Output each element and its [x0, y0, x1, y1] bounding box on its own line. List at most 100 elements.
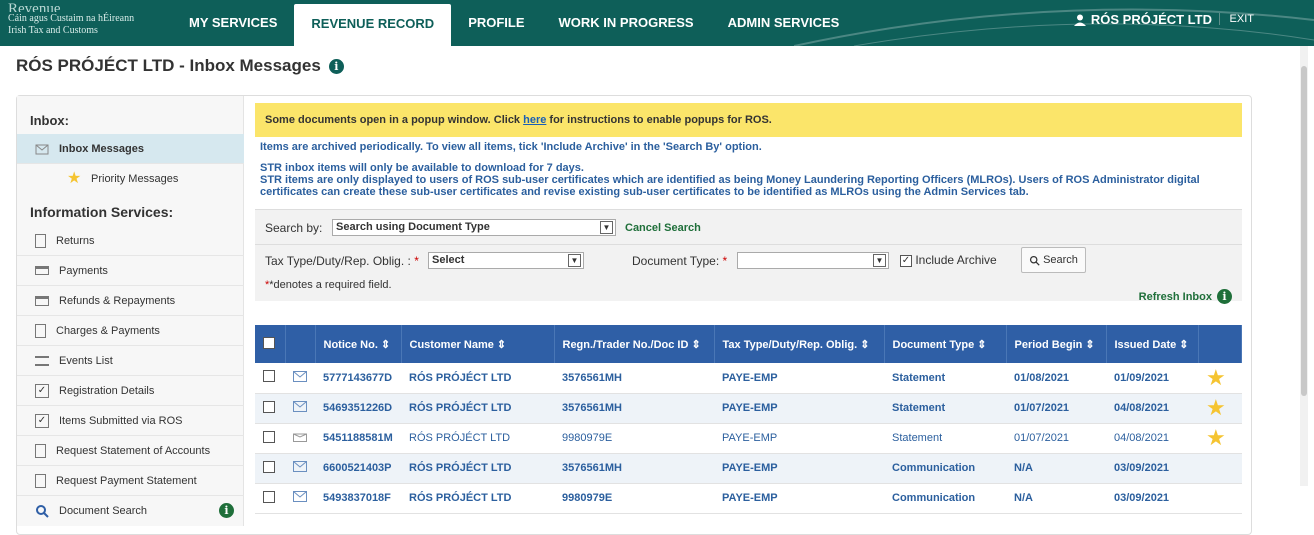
- sidebar-item-label: Registration Details: [59, 384, 155, 397]
- star-cell[interactable]: ★: [1198, 393, 1242, 423]
- row-select-cell[interactable]: [255, 453, 285, 483]
- sidebar-item-statement-accounts[interactable]: Request Statement of Accounts: [17, 436, 244, 466]
- charges-icon: [35, 323, 46, 338]
- header-regn[interactable]: Regn./Trader No./Doc ID ⇕: [554, 325, 715, 363]
- envelope-icon: [293, 401, 307, 412]
- customer-cell[interactable]: RÓS PRÓJÉCT LTD: [401, 363, 554, 393]
- issued-cell: 01/09/2021: [1114, 371, 1170, 384]
- tax-type-select[interactable]: Select ▼: [428, 252, 584, 269]
- include-archive[interactable]: ✓ Include Archive: [900, 253, 997, 267]
- customer-cell[interactable]: RÓS PRÓJÉCT LTD: [401, 483, 554, 513]
- notice-cell[interactable]: 5451188581M: [315, 423, 401, 453]
- sidebar-item-refunds[interactable]: Refunds & Repayments: [17, 286, 244, 316]
- table-body: 5777143677D RÓS PRÓJÉCT LTD 3576561MH PAYE-…: [255, 363, 1242, 513]
- star-cell[interactable]: [1198, 453, 1242, 483]
- customer-cell[interactable]: RÓS PRÓJÉCT LTD: [401, 393, 554, 423]
- row-select-cell[interactable]: [255, 363, 285, 393]
- row-checkbox[interactable]: [263, 490, 275, 503]
- user-menu[interactable]: RÓS PRÓJÉCT LTD: [1073, 12, 1212, 27]
- table-row[interactable]: 6600521403P RÓS PRÓJÉCT LTD 3576561MH PAYE-…: [255, 453, 1242, 483]
- customer-cell[interactable]: RÓS PRÓJÉCT LTD: [401, 423, 554, 453]
- doctype-cell: Communication: [892, 462, 976, 474]
- notice-cell[interactable]: 5493837018F: [315, 483, 401, 513]
- customer-cell[interactable]: RÓS PRÓJÉCT LTD: [401, 453, 554, 483]
- sidebar-item-charges[interactable]: Charges & Payments: [17, 316, 244, 346]
- tax-type-label-text: Tax Type/Duty/Rep. Oblig. :: [265, 254, 411, 268]
- exit-link[interactable]: EXIT: [1218, 13, 1254, 25]
- doc-type-select[interactable]: ▼: [737, 252, 889, 269]
- sidebar-item-priority-messages[interactable]: ★ Priority Messages: [17, 164, 244, 194]
- row-select-cell[interactable]: [255, 483, 285, 513]
- logo-irish: Cáin agus Custaim na hÉireann: [8, 13, 135, 24]
- info-icon[interactable]: i: [328, 58, 344, 74]
- chevron-down-icon: ▼: [568, 254, 581, 267]
- row-select-cell[interactable]: [255, 423, 285, 453]
- sidebar-item-events[interactable]: Events List: [17, 346, 244, 376]
- tab-my-services[interactable]: MY SERVICES: [172, 0, 294, 46]
- info-icon[interactable]: i: [219, 503, 234, 518]
- row-checkbox[interactable]: [263, 430, 275, 443]
- search-button[interactable]: Search: [1021, 247, 1086, 273]
- header-notice[interactable]: Notice No. ⇕: [315, 325, 402, 363]
- sidebar-item-payments[interactable]: Payments: [17, 256, 244, 286]
- priority-star-icon[interactable]: ★: [1206, 395, 1226, 420]
- search-by-select[interactable]: Search using Document Type ▼: [332, 219, 616, 236]
- header-doctype[interactable]: Document Type ⇕: [884, 325, 1007, 363]
- star-cell[interactable]: ★: [1198, 423, 1242, 453]
- tab-work-in-progress[interactable]: WORK IN PROGRESS: [542, 0, 711, 46]
- select-all-header[interactable]: [255, 325, 286, 363]
- table-row[interactable]: 5777143677D RÓS PRÓJÉCT LTD 3576561MH PAYE-…: [255, 363, 1242, 393]
- scrollbar[interactable]: [1300, 46, 1308, 486]
- priority-star-icon[interactable]: ★: [1206, 425, 1226, 450]
- info-icon[interactable]: i: [1217, 289, 1232, 304]
- scrollbar-thumb[interactable]: [1301, 66, 1307, 396]
- issued-cell: 03/09/2021: [1114, 492, 1170, 504]
- doctype-cell: Statement: [892, 402, 946, 414]
- row-checkbox[interactable]: [263, 460, 275, 473]
- icon-header: [285, 325, 316, 363]
- sidebar-item-document-search[interactable]: Document Search i: [17, 496, 244, 526]
- star-cell[interactable]: [1198, 483, 1242, 513]
- notice-cell[interactable]: 5777143677D: [315, 363, 401, 393]
- sidebar-item-label: Document Search: [59, 505, 148, 517]
- cancel-search-link[interactable]: Cancel Search: [625, 222, 701, 234]
- select-all-checkbox[interactable]: [263, 336, 275, 349]
- banner-here-link[interactable]: here: [523, 114, 546, 126]
- doc-type-label-text: Document Type:: [632, 254, 720, 268]
- tab-profile[interactable]: PROFILE: [451, 0, 541, 46]
- revenue-logo[interactable]: Revenue Cáin agus Custaim na hÉireann Ir…: [8, 2, 134, 36]
- sidebar-item-inbox-messages[interactable]: Inbox Messages: [17, 134, 244, 164]
- header-customer[interactable]: Customer Name ⇕: [401, 325, 555, 363]
- refresh-inbox-link[interactable]: Refresh Inbox i: [1139, 289, 1232, 304]
- tab-revenue-record[interactable]: REVENUE RECORD: [294, 4, 452, 46]
- notice-cell[interactable]: 5469351226D: [315, 393, 401, 423]
- sidebar-item-payment-statement[interactable]: Request Payment Statement: [17, 466, 244, 496]
- doctype-cell: Statement: [892, 432, 943, 444]
- returns-icon: [35, 233, 46, 248]
- header-tax[interactable]: Tax Type/Duty/Rep. Oblig. ⇕: [714, 325, 885, 363]
- star-cell[interactable]: ★: [1198, 363, 1242, 393]
- issued-cell: 03/09/2021: [1114, 462, 1170, 474]
- sidebar-item-registration[interactable]: ✓ Registration Details: [17, 376, 244, 406]
- table-row[interactable]: 5493837018F RÓS PRÓJÉCT LTD 9980979E PAYE-E…: [255, 483, 1242, 513]
- include-archive-label: Include Archive: [915, 253, 997, 267]
- row-checkbox[interactable]: [263, 400, 275, 413]
- required-note: **denotes a required field.: [265, 279, 392, 291]
- include-archive-checkbox[interactable]: ✓: [900, 254, 912, 267]
- priority-star-icon[interactable]: ★: [1206, 365, 1226, 390]
- table-row[interactable]: 5451188581M RÓS PRÓJÉCT LTD 9980979E PAYE-E…: [255, 423, 1242, 453]
- issued-cell: 04/08/2021: [1114, 432, 1170, 444]
- header-issued[interactable]: Issued Date ⇕: [1106, 325, 1199, 363]
- table-row[interactable]: 5469351226D RÓS PRÓJÉCT LTD 3576561MH PAYE-…: [255, 393, 1242, 423]
- row-checkbox[interactable]: [263, 370, 275, 383]
- row-select-cell[interactable]: [255, 393, 285, 423]
- tab-admin-services[interactable]: ADMIN SERVICES: [711, 0, 857, 46]
- notes: Items are archived periodically. To view…: [255, 141, 1242, 198]
- chevron-down-icon: ▼: [600, 221, 613, 234]
- sidebar-item-returns[interactable]: Returns: [17, 226, 244, 256]
- open-envelope-icon: [293, 433, 307, 442]
- notice-cell[interactable]: 6600521403P: [315, 453, 401, 483]
- star-header: [1198, 325, 1242, 363]
- header-period[interactable]: Period Begin ⇕: [1006, 325, 1107, 363]
- sidebar-item-submitted[interactable]: ✓ Items Submitted via ROS: [17, 406, 244, 436]
